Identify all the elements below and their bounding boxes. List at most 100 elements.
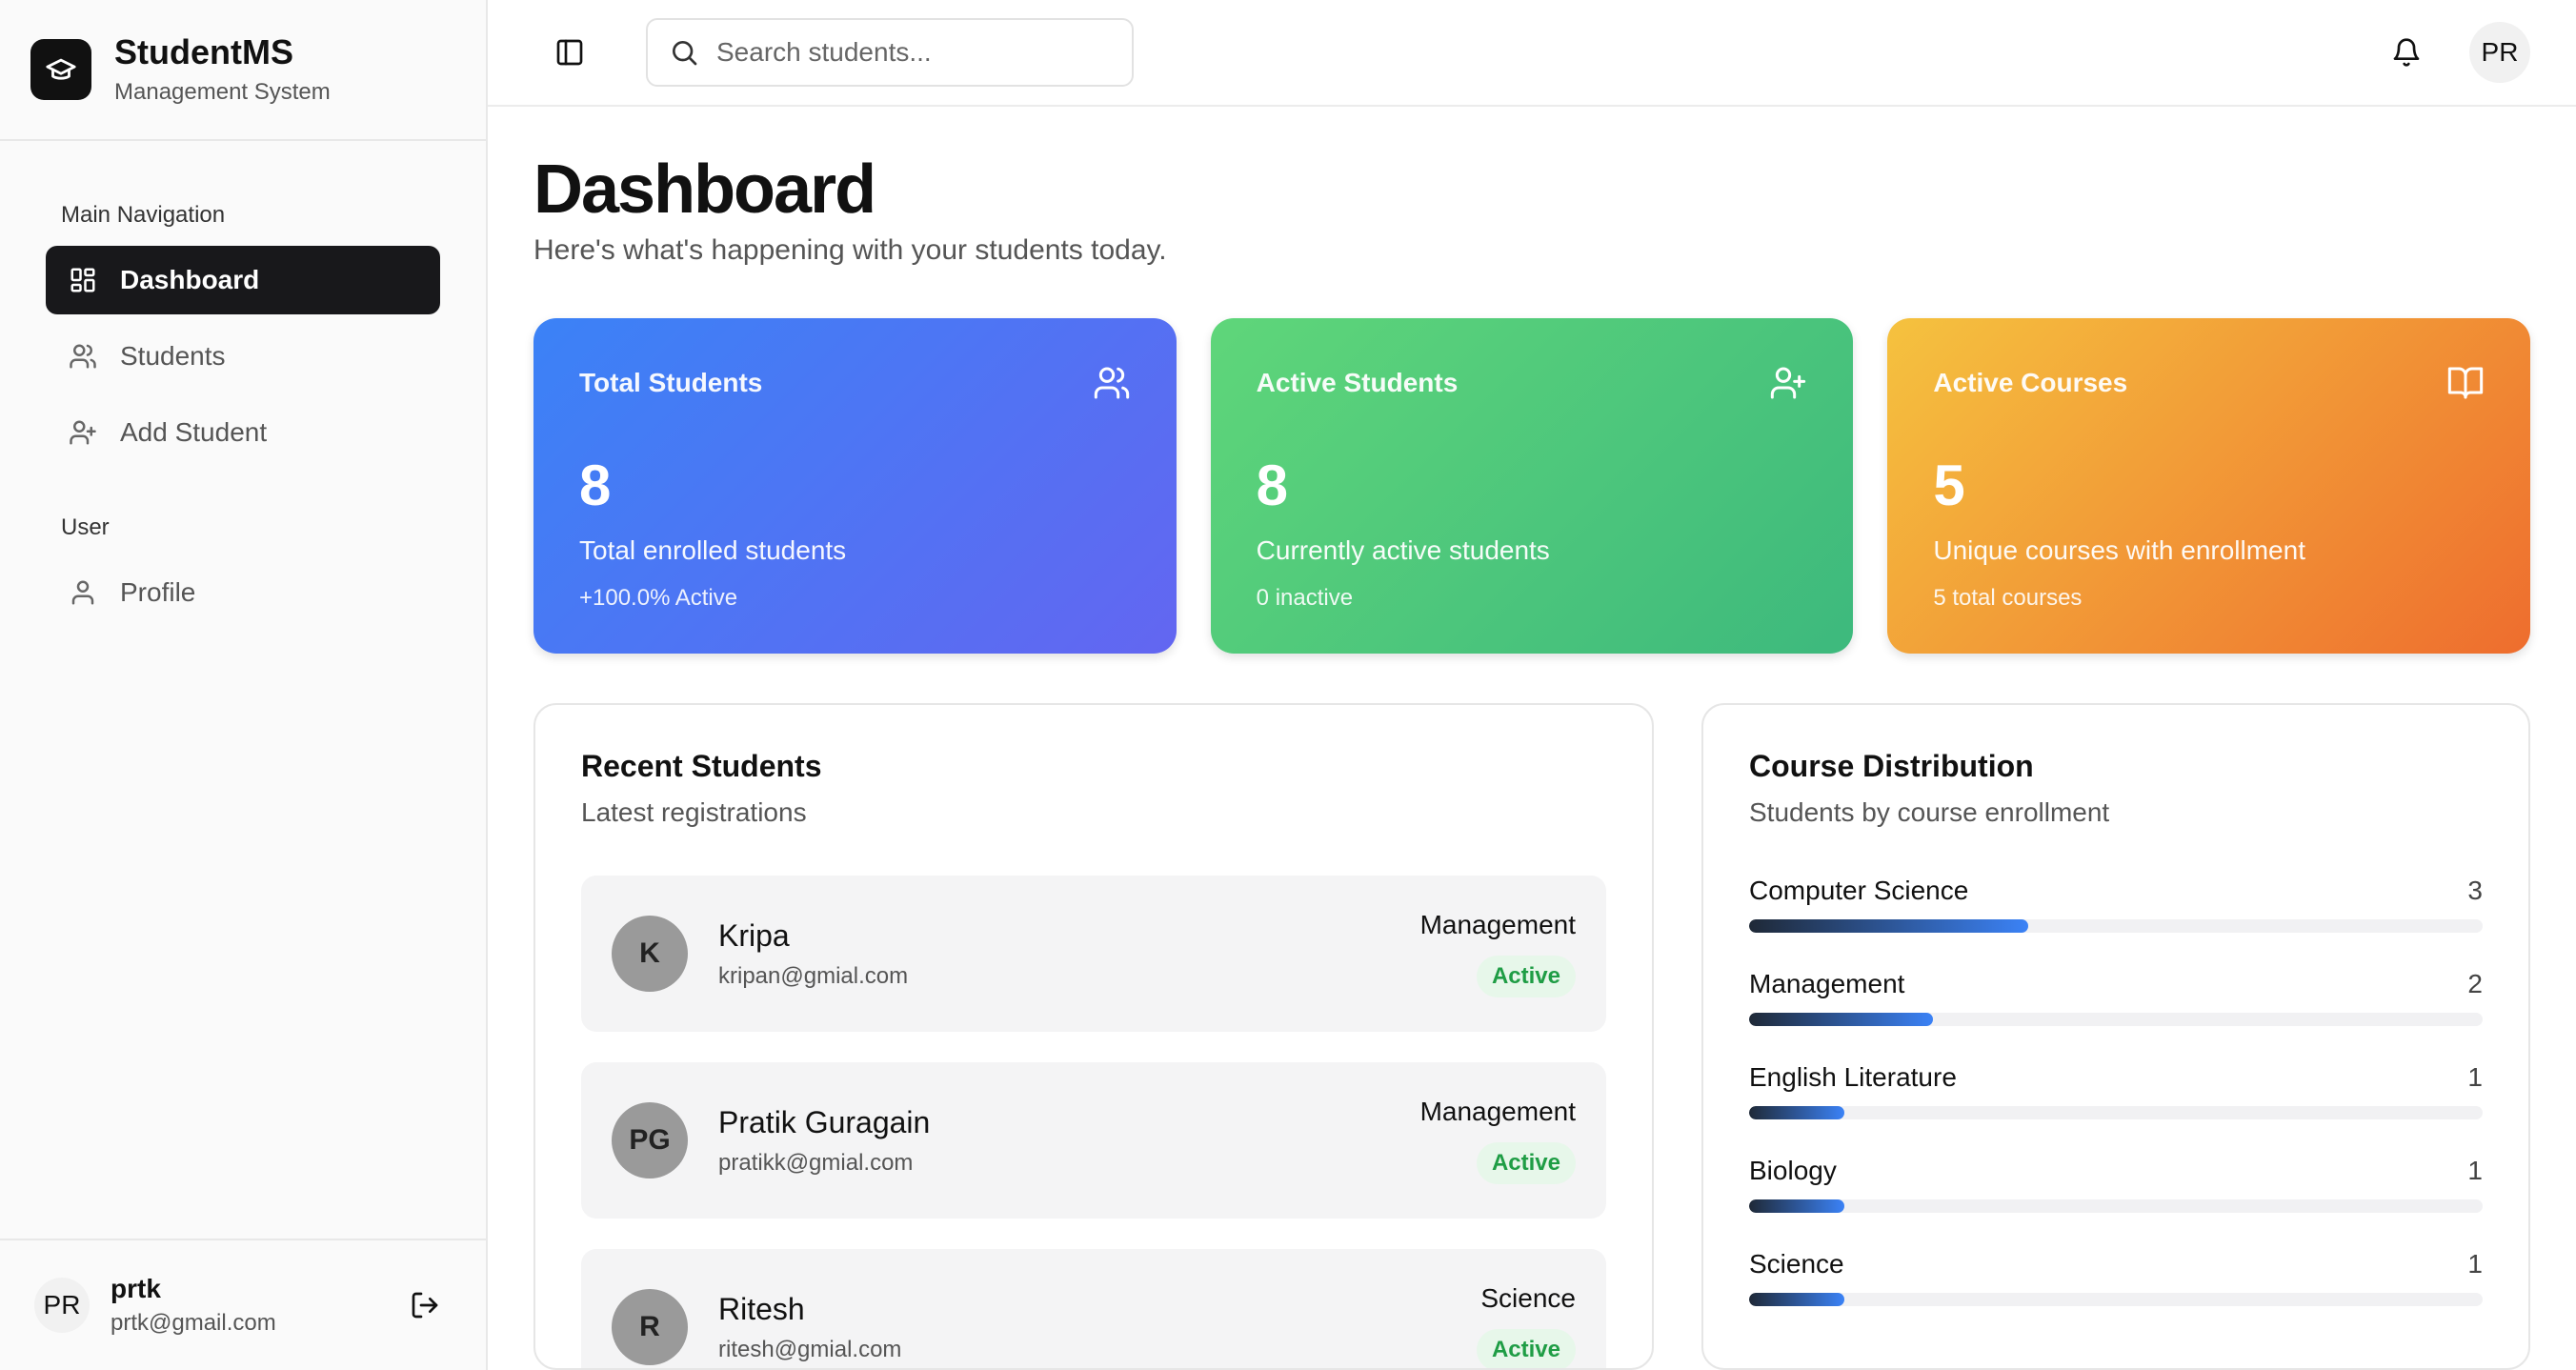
list-item[interactable]: PG Pratik Guragain pratikk@gmial.com Man… [581, 1062, 1606, 1219]
progress-fill [1749, 1199, 1845, 1213]
progress-track [1749, 1293, 2483, 1306]
sidebar-item-profile[interactable]: Profile [46, 558, 440, 627]
stat-description: Currently active students [1256, 535, 1550, 565]
book-open-icon [2447, 367, 2484, 399]
stat-label: Active Students [1256, 368, 1459, 397]
topbar: PR [488, 0, 2576, 108]
list-item[interactable]: K Kripa kripan@gmial.com Management Acti… [581, 876, 1606, 1032]
brand-subtitle: Management System [114, 78, 331, 105]
sidebar-item-label: Students [120, 341, 226, 371]
course-name: Science [1749, 1249, 1844, 1279]
course-name: Management [1749, 969, 1905, 998]
brand-text: StudentMS Management System [114, 33, 331, 106]
stat-footnote: +100.0% Active [579, 585, 738, 611]
progress-track [1749, 919, 2483, 933]
sidebar-user-footer: PR prtk prtk@gmail.com [0, 1239, 486, 1370]
stat-card-total-students: Total Students 8 Total enrolled students… [533, 318, 1177, 654]
topbar-actions: PR [2384, 22, 2530, 84]
course-count: 3 [2467, 876, 2483, 905]
logout-button[interactable] [402, 1282, 448, 1328]
student-list: K Kripa kripan@gmial.com Management Acti… [581, 876, 1606, 1368]
progress-fill [1749, 1013, 1933, 1026]
search-input[interactable] [716, 37, 1097, 69]
stat-footnote: 0 inactive [1256, 585, 1354, 611]
progress-track [1749, 1199, 2483, 1213]
users-icon [70, 344, 96, 369]
sidebar-item-dashboard[interactable]: Dashboard [46, 246, 440, 314]
search-icon [673, 41, 697, 66]
status-badge: Active [1476, 1142, 1576, 1184]
lower-panels: Recent Students Latest registrations K K… [533, 703, 2530, 1370]
grid-icon [70, 268, 95, 292]
notifications-button[interactable] [2384, 30, 2429, 75]
distribution-item: Science 1 [1749, 1249, 2483, 1306]
stat-value: 8 [579, 453, 612, 517]
avatar[interactable]: PR [2469, 22, 2530, 84]
status-badge: Active [1476, 956, 1576, 997]
progress-track [1749, 1013, 2483, 1026]
stats-row: Total Students 8 Total enrolled students… [533, 318, 2531, 654]
nav-group-label-user: User [61, 514, 110, 540]
course-count: 1 [2467, 1156, 2483, 1185]
sidebar-item-label: Add Student [120, 417, 268, 447]
users-icon [1094, 367, 1129, 399]
progress-fill [1749, 1106, 1845, 1119]
footer-user-email: prtk@gmail.com [111, 1310, 276, 1336]
stat-value: 8 [1256, 453, 1289, 517]
course-count: 1 [2467, 1062, 2483, 1092]
sidebar-nav: Main Navigation Dashboard Students Add S… [0, 141, 486, 1239]
recent-students-panel: Recent Students Latest registrations K K… [533, 703, 1654, 1370]
dashboard-content: Dashboard Here's what's happening with y… [488, 107, 2576, 1370]
user-icon [71, 580, 94, 605]
graduation-cap-icon[interactable] [30, 39, 91, 100]
sidebar-item-students[interactable]: Students [46, 322, 440, 391]
student-course: Science [1480, 1283, 1576, 1313]
panel-subtitle: Latest registrations [581, 797, 807, 827]
course-distribution-panel: Course Distribution Students by course e… [1701, 703, 2530, 1370]
stat-value: 5 [1933, 453, 1965, 517]
student-email: ritesh@gmial.com [718, 1336, 902, 1362]
avatar: K [612, 916, 688, 992]
sidebar: StudentMS Management System Main Navigat… [0, 0, 488, 1370]
distribution-item: Computer Science 3 [1749, 876, 2483, 933]
panel-left-icon [556, 39, 583, 66]
stat-label: Total Students [579, 368, 763, 397]
list-item[interactable]: R Ritesh ritesh@gmial.com Science Active [581, 1249, 1606, 1368]
stat-description: Total enrolled students [579, 535, 847, 565]
brand: StudentMS Management System [0, 0, 486, 141]
panel-subtitle: Students by course enrollment [1749, 797, 2110, 827]
course-name: Biology [1749, 1156, 1837, 1185]
main-area: PR Dashboard Here's what's happening wit… [488, 0, 2576, 1370]
stat-card-active-students: Active Students 8 Currently active stude… [1210, 318, 1854, 654]
student-name: Kripa [718, 917, 790, 953]
nav-group-label-main: Main Navigation [61, 202, 226, 228]
user-plus-icon [1771, 367, 1806, 399]
progress-fill [1749, 1293, 1845, 1306]
course-count: 2 [2467, 969, 2483, 998]
logout-icon [412, 1292, 438, 1319]
avatar[interactable]: PR [34, 1278, 90, 1333]
sidebar-toggle-button[interactable] [541, 24, 598, 81]
sidebar-item-add-student[interactable]: Add Student [46, 398, 440, 467]
brand-name: StudentMS [114, 32, 293, 72]
stat-description: Unique courses with enrollment [1933, 535, 2305, 565]
student-name: Pratik Guragain [718, 1104, 931, 1139]
student-email: kripan@gmial.com [718, 962, 909, 989]
panel-title: Course Distribution [1749, 749, 2034, 783]
student-email: pratikk@gmial.com [718, 1149, 914, 1176]
stat-card-active-courses: Active Courses 5 Unique courses with enr… [1887, 318, 2531, 654]
distribution-item: Management 2 [1749, 969, 2483, 1026]
student-course: Management [1419, 910, 1576, 939]
distribution-item: English Literature 1 [1749, 1062, 2483, 1119]
stat-footnote: 5 total courses [1933, 585, 2083, 611]
page-title: Dashboard [533, 151, 876, 229]
search-box [646, 18, 1134, 88]
student-course: Management [1419, 1097, 1576, 1126]
footer-user-name: prtk [111, 1274, 161, 1303]
progress-fill [1749, 919, 2028, 933]
sidebar-item-label: Dashboard [120, 265, 260, 294]
avatar: R [612, 1289, 688, 1365]
page-subtitle: Here's what's happening with your studen… [533, 234, 1167, 266]
course-name: Computer Science [1749, 876, 1969, 905]
footer-user-info: prtk prtk@gmail.com [111, 1274, 381, 1337]
